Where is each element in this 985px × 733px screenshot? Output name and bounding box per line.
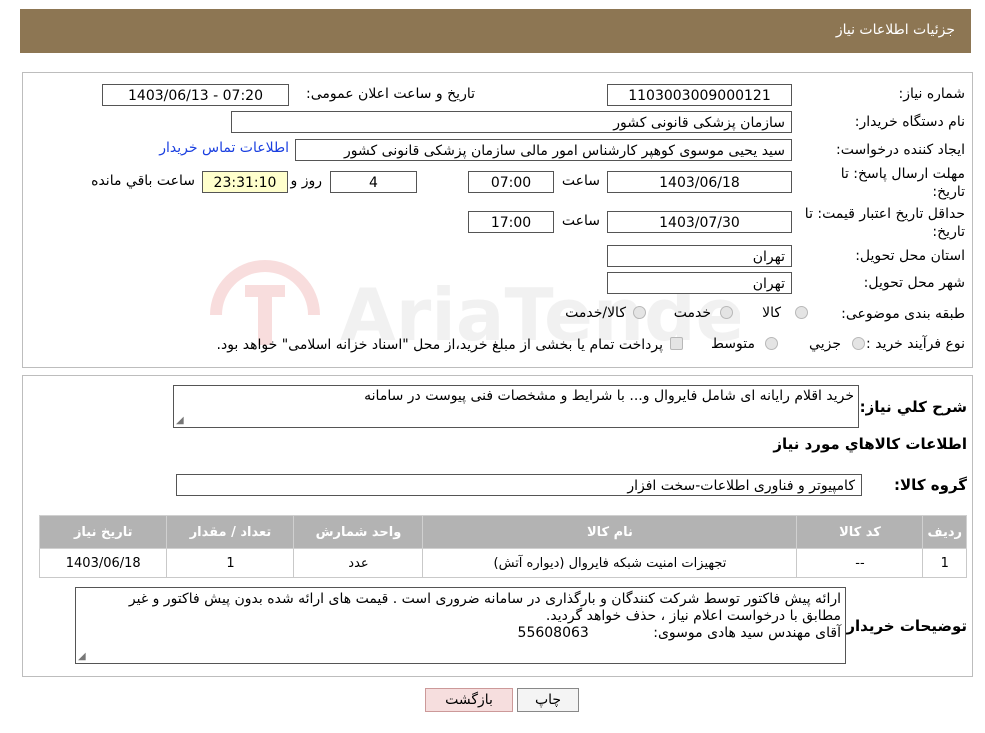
goods-group-label: گروه کالا: [894, 476, 967, 494]
goods-group-field: کامپیوتر و فناوری اطلاعات-سخت افزار [176, 474, 862, 496]
category-service-label: خدمت [673, 305, 711, 321]
validity-label: حداقل تاریخ اعتبار قیمت: تا [804, 206, 965, 222]
cell-need-date: 1403/06/18 [38, 548, 168, 578]
buyer-notes-line-1: ارائه پیش فاکتور توسط شرکت کنندگان و بار… [128, 591, 841, 607]
resize-grip-icon[interactable]: ◢ [176, 416, 184, 426]
days-field: 4 [330, 171, 417, 193]
process-medium-radio[interactable] [765, 337, 778, 350]
goods-info-title: اطلاعات کالاهاي مورد نياز [773, 435, 967, 453]
announce-datetime-field: 1403/06/13 - 07:20 [102, 84, 289, 106]
buyer-notes-contact-phone: 55608063 [517, 625, 589, 641]
cell-goods-name: تجهیزات امنیت شبکه فایروال (دیواره آتش) [422, 548, 798, 578]
deadline-time-field: 07:00 [468, 171, 554, 193]
province-label: استان محل تحویل: [855, 248, 965, 264]
city-label: شهر محل تحویل: [863, 275, 965, 291]
deadline-time-label: ساعت [561, 173, 600, 189]
cell-goods-code: -- [796, 548, 924, 578]
buyer-contact-link[interactable]: اطلاعات تماس خریدار [159, 140, 289, 156]
need-number-field: 1103003009000121 [607, 84, 792, 106]
process-minor-radio[interactable] [852, 337, 865, 350]
days-label: روز و [290, 173, 323, 189]
requester-label: ایجاد کننده درخواست: [836, 142, 965, 158]
remaining-time-label: ساعت باقي مانده [91, 173, 195, 189]
col-goods-code: کد کالا [796, 515, 924, 549]
announce-label: تاریخ و ساعت اعلان عمومی: [306, 86, 475, 102]
page-header: جزئیات اطلاعات نیاز [20, 9, 971, 53]
validity-label-date: تاریخ: [932, 224, 965, 240]
buyer-org-field: سازمان پزشکی قانونی کشور [231, 111, 792, 133]
goods-table: رديف کد کالا نام کالا واحد شمارش تعداد /… [38, 515, 967, 578]
summary-text: خرید اقلام رایانه ای شامل فایروال و... ب… [364, 388, 854, 404]
need-number-label: شماره نیاز: [898, 86, 966, 102]
category-service-radio[interactable] [720, 306, 733, 319]
category-goods-service-radio[interactable] [633, 306, 646, 319]
category-goods-service-label: کالا/خدمت [565, 305, 626, 321]
buyer-notes-contact-name: آقای مهندس سید هادی موسوی: [653, 625, 841, 641]
payment-note: پرداخت تمام یا بخشی از مبلغ خرید،از محل … [216, 337, 663, 353]
category-goods-radio[interactable] [795, 306, 808, 319]
col-quantity: تعداد / مقدار [166, 515, 295, 549]
summary-label: شرح کلي نياز: [859, 398, 967, 416]
print-button[interactable]: چاپ [517, 688, 579, 712]
buyer-notes-textarea: ارائه پیش فاکتور توسط شرکت کنندگان و بار… [75, 587, 846, 664]
city-field: تهران [607, 272, 792, 294]
requester-field: سید یحیی موسوی کوهپر کارشناس امور مالی س… [295, 139, 792, 161]
back-button[interactable]: بازگشت [425, 688, 513, 712]
cell-quantity: 1 [166, 548, 295, 578]
category-goods-label: کالا [762, 305, 781, 321]
cell-row-number: 1 [922, 548, 967, 578]
process-minor-label: جزیي [809, 336, 841, 352]
deadline-date-field: 1403/06/18 [607, 171, 792, 193]
buyer-notes-line-3: آقای مهندس سید هادی موسوی: 55608063 [80, 625, 841, 642]
deadline-label: مهلت ارسال پاسخ: تا [840, 166, 965, 182]
col-need-date: تاریخ نیاز [38, 515, 168, 549]
table-row: 1 -- تجهیزات امنیت شبکه فایروال (دیواره … [38, 548, 967, 578]
process-label: نوع فرآیند خرید : [866, 336, 965, 352]
buyer-notes-line-2: مطابق با درخواست اعلام نیاز ، حذف خواهد … [545, 608, 841, 624]
deadline-label-date: تاریخ: [932, 184, 965, 200]
validity-date-field: 1403/07/30 [607, 211, 792, 233]
category-label: طبقه بندی موضوعی: [841, 306, 965, 322]
resize-grip-icon[interactable]: ◢ [78, 652, 86, 662]
validity-time-label: ساعت [561, 213, 600, 229]
payment-treasury-checkbox[interactable] [670, 337, 683, 350]
process-medium-label: متوسط [711, 336, 755, 352]
buyer-notes-label: توضيحات خريدار: [840, 617, 967, 635]
page-title: جزئیات اطلاعات نیاز [835, 22, 955, 38]
summary-textarea: خرید اقلام رایانه ای شامل فایروال و... ب… [173, 385, 859, 428]
col-goods-name: نام کالا [422, 515, 798, 549]
remaining-time-field: 23:31:10 [202, 171, 288, 193]
buyer-org-label: نام دستگاه خریدار: [854, 114, 965, 130]
cell-unit: عدد [293, 548, 424, 578]
validity-time-field: 17:00 [468, 211, 554, 233]
table-header-row: رديف کد کالا نام کالا واحد شمارش تعداد /… [38, 515, 967, 549]
col-row-number: رديف [922, 515, 967, 549]
province-field: تهران [607, 245, 792, 267]
col-unit: واحد شمارش [293, 515, 424, 549]
